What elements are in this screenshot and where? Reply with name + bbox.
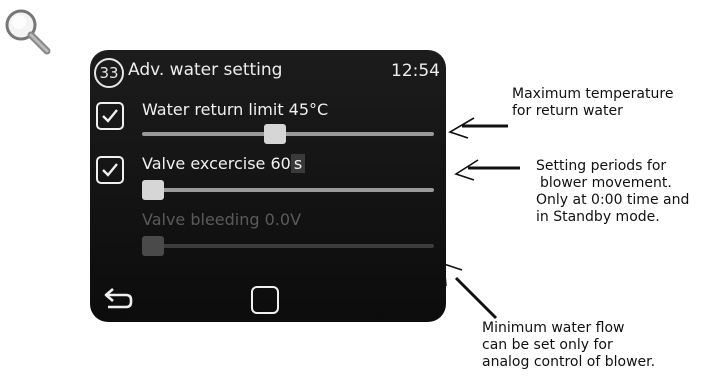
arrow-return-water-icon	[448, 117, 508, 139]
callout-arrows	[443, 117, 520, 320]
arrow-valve-bleeding-icon	[443, 262, 498, 320]
arrow-valve-exercise-icon	[454, 159, 520, 181]
